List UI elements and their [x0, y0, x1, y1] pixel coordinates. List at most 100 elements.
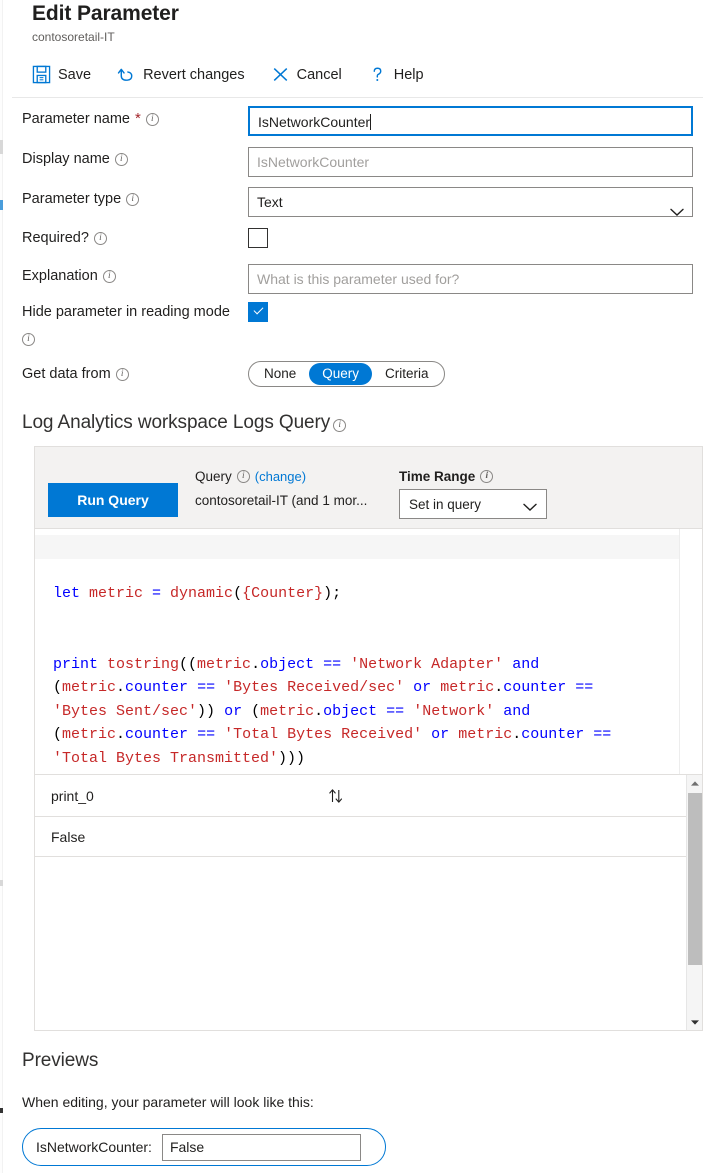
- time-range-label-text: Time Range: [399, 469, 475, 484]
- page-title: Edit Parameter: [32, 2, 179, 26]
- kql-code[interactable]: let metric = dynamic({Counter}); print t…: [35, 529, 702, 775]
- panel-header: Edit Parameter contosoretail-IT Save Rev…: [0, 0, 703, 98]
- display-name-input[interactable]: IsNetworkCounter: [248, 147, 693, 177]
- parameter-name-label: Parameter name * i: [0, 104, 248, 129]
- preview-parameter-input[interactable]: False: [162, 1134, 361, 1161]
- help-icon: [368, 65, 387, 84]
- command-bar: Save Revert changes Cancel Help: [32, 62, 450, 87]
- results-column-header[interactable]: print_0: [35, 788, 94, 804]
- save-label: Save: [58, 67, 91, 83]
- info-icon[interactable]: i: [126, 193, 139, 206]
- form-row-required: Required? i: [0, 223, 703, 261]
- query-field-label: Query i (change): [195, 469, 367, 484]
- parameter-type-value: Text: [257, 188, 283, 216]
- get-data-from-label: Get data from i: [0, 357, 248, 384]
- query-section-heading: Log Analytics workspace Logs Query i: [22, 412, 346, 434]
- revert-icon: [117, 65, 136, 84]
- chevron-down-icon: [523, 500, 537, 509]
- parameter-name-input[interactable]: IsNetworkCounter: [248, 106, 693, 136]
- info-icon[interactable]: i: [94, 232, 107, 245]
- query-field-value[interactable]: contosoretail-IT (and 1 mor...: [195, 493, 367, 508]
- time-range-group: Time Range i Set in query: [399, 469, 547, 519]
- parameter-type-select[interactable]: Text: [248, 187, 693, 217]
- time-range-select[interactable]: Set in query: [399, 489, 547, 519]
- info-icon[interactable]: i: [115, 153, 128, 166]
- background-panel-artifact: [0, 1108, 3, 1113]
- scrollbar-thumb[interactable]: [688, 793, 702, 965]
- previews-heading-text: Previews: [22, 1050, 98, 1072]
- query-field-group: Query i (change) contosoretail-IT (and 1…: [195, 469, 367, 508]
- query-results-grid: print_0 False: [35, 775, 702, 1030]
- info-icon[interactable]: i: [103, 270, 116, 283]
- required-asterisk: *: [135, 110, 141, 127]
- results-scrollbar[interactable]: [686, 775, 702, 1030]
- revert-changes-button[interactable]: Revert changes: [117, 62, 257, 87]
- query-toolbar: Run Query Query i (change) contosoretail…: [35, 447, 702, 529]
- parameter-name-value: IsNetworkCounter: [258, 114, 370, 130]
- table-row[interactable]: False: [35, 817, 702, 857]
- required-label: Required? i: [0, 223, 248, 248]
- explanation-label: Explanation i: [0, 261, 248, 286]
- parameter-name-label-text: Parameter name: [22, 110, 130, 129]
- edit-parameter-panel: Edit Parameter contosoretail-IT Save Rev…: [0, 0, 703, 1173]
- parameter-form: Parameter name * i IsNetworkCounter Disp…: [0, 104, 703, 397]
- page-subtitle: contosoretail-IT: [32, 30, 115, 44]
- segment-none[interactable]: None: [251, 363, 309, 385]
- query-field-label-text: Query: [195, 469, 232, 484]
- explanation-label-text: Explanation: [22, 267, 98, 286]
- info-icon[interactable]: i: [237, 470, 250, 483]
- run-query-button[interactable]: Run Query: [48, 483, 178, 517]
- scroll-down-arrow-icon[interactable]: [687, 1014, 703, 1030]
- form-row-get-data-from: Get data from i None Query Criteria: [0, 357, 703, 397]
- save-button[interactable]: Save: [32, 62, 103, 87]
- results-cell: False: [35, 829, 85, 845]
- revert-changes-label: Revert changes: [143, 67, 245, 83]
- required-label-text: Required?: [22, 229, 89, 248]
- explanation-input[interactable]: What is this parameter used for?: [248, 264, 693, 294]
- code-line: let metric = dynamic({Counter});: [53, 582, 698, 606]
- form-row-explanation: Explanation i What is this parameter use…: [0, 261, 703, 299]
- kql-query-editor[interactable]: let metric = dynamic({Counter}); print t…: [35, 529, 702, 775]
- info-icon[interactable]: i: [480, 470, 493, 483]
- segment-query[interactable]: Query: [309, 363, 372, 385]
- close-icon: [271, 65, 290, 84]
- required-checkbox[interactable]: [248, 228, 268, 248]
- query-change-link[interactable]: (change): [255, 469, 306, 484]
- info-icon[interactable]: i: [116, 368, 129, 381]
- info-icon[interactable]: i: [22, 333, 35, 346]
- display-name-placeholder: IsNetworkCounter: [257, 154, 369, 170]
- form-row-hide-parameter: Hide parameter in reading mode i: [0, 299, 703, 357]
- query-section-heading-text: Log Analytics workspace Logs Query: [22, 412, 330, 434]
- header-divider: [12, 97, 703, 98]
- info-icon[interactable]: i: [146, 113, 159, 126]
- hide-parameter-checkbox[interactable]: [248, 302, 268, 322]
- save-icon: [32, 65, 51, 84]
- parameter-type-label-text: Parameter type: [22, 190, 121, 209]
- preview-parameter-label: IsNetworkCounter:: [36, 1139, 152, 1155]
- form-row-display-name: Display name i IsNetworkCounter: [0, 144, 703, 184]
- previews-heading: Previews: [22, 1050, 98, 1072]
- results-header-row: print_0: [35, 775, 702, 817]
- hide-parameter-label: Hide parameter in reading mode i: [0, 299, 248, 340]
- parameter-type-label: Parameter type i: [0, 184, 248, 209]
- scroll-up-arrow-icon[interactable]: [687, 775, 703, 791]
- cancel-button[interactable]: Cancel: [271, 62, 354, 87]
- hide-parameter-label-text: Hide parameter in reading mode: [22, 303, 248, 322]
- display-name-label-text: Display name: [22, 150, 110, 169]
- display-name-label: Display name i: [0, 144, 248, 169]
- previews-note: When editing, your parameter will look l…: [22, 1094, 314, 1110]
- parameter-preview: IsNetworkCounter: False: [22, 1128, 386, 1166]
- sort-arrows-icon[interactable]: [327, 787, 345, 805]
- time-range-label: Time Range i: [399, 469, 547, 484]
- background-panel-artifact: [0, 880, 3, 886]
- query-panel: Run Query Query i (change) contosoretail…: [34, 446, 703, 1031]
- time-range-value: Set in query: [409, 497, 481, 512]
- code-line: print tostring((metric.object == 'Networ…: [53, 653, 698, 771]
- help-button[interactable]: Help: [368, 62, 436, 87]
- get-data-from-label-text: Get data from: [22, 365, 111, 384]
- text-caret: [370, 114, 371, 130]
- info-icon[interactable]: i: [333, 419, 346, 432]
- explanation-placeholder: What is this parameter used for?: [257, 271, 459, 287]
- segment-criteria[interactable]: Criteria: [372, 363, 442, 385]
- chevron-down-icon: [670, 198, 684, 207]
